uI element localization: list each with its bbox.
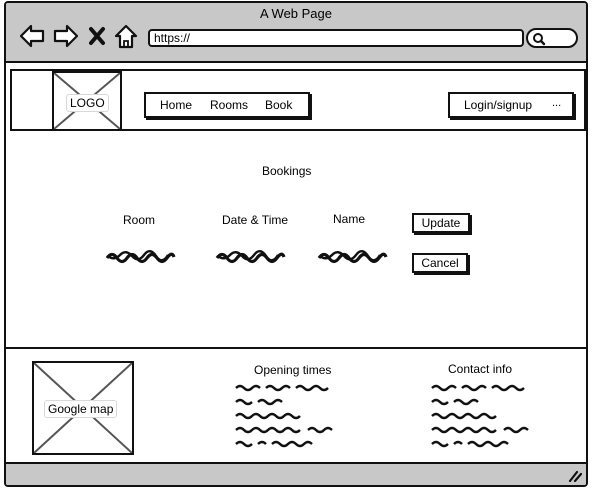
url-input[interactable]: https:// [148, 29, 524, 47]
map-label: Google map [44, 400, 118, 418]
contact-info-text [431, 384, 529, 448]
opening-times-text [235, 384, 333, 448]
room-value [105, 250, 176, 264]
column-name: Name [333, 212, 366, 226]
back-arrow-icon[interactable] [18, 23, 46, 49]
google-map[interactable]: Google map [32, 361, 134, 455]
resize-grip-icon[interactable] [568, 470, 582, 482]
contact-info-title: Contact info [448, 362, 513, 376]
name-value [317, 250, 388, 264]
more-menu[interactable]: ... [552, 97, 561, 109]
search-icon [533, 33, 546, 46]
site-footer: Google map Opening times Contact info [6, 347, 586, 463]
logo[interactable]: LOGO [52, 71, 122, 131]
close-icon[interactable] [86, 23, 108, 49]
column-date-time: Date & Time [222, 213, 289, 227]
login-signup-button[interactable]: Login/signup ... [448, 92, 574, 118]
status-bar [6, 462, 586, 485]
column-room: Room [123, 213, 156, 227]
browser-toolbar: A Web Page https:// [6, 3, 586, 63]
update-button[interactable]: Update [412, 213, 470, 233]
cancel-button[interactable]: Cancel [412, 253, 468, 273]
forward-arrow-icon[interactable] [52, 23, 80, 49]
date-time-value [215, 250, 286, 264]
site-header: LOGO Home Rooms Book Login/signup ... [10, 69, 586, 131]
window-title: A Web Page [259, 6, 333, 21]
logo-label: LOGO [66, 94, 109, 112]
nav-book[interactable]: Book [265, 98, 292, 112]
nav-rooms[interactable]: Rooms [210, 98, 248, 112]
page-title: Bookings [262, 164, 312, 178]
search-button[interactable] [526, 28, 578, 48]
nav-home[interactable]: Home [160, 98, 192, 112]
login-label: Login/signup [464, 98, 533, 112]
home-icon[interactable] [112, 23, 140, 49]
browser-window: A Web Page https:// LOGO Home Rooms Book… [4, 1, 588, 487]
opening-times-title: Opening times [254, 363, 332, 377]
main-nav: Home Rooms Book [144, 92, 310, 118]
